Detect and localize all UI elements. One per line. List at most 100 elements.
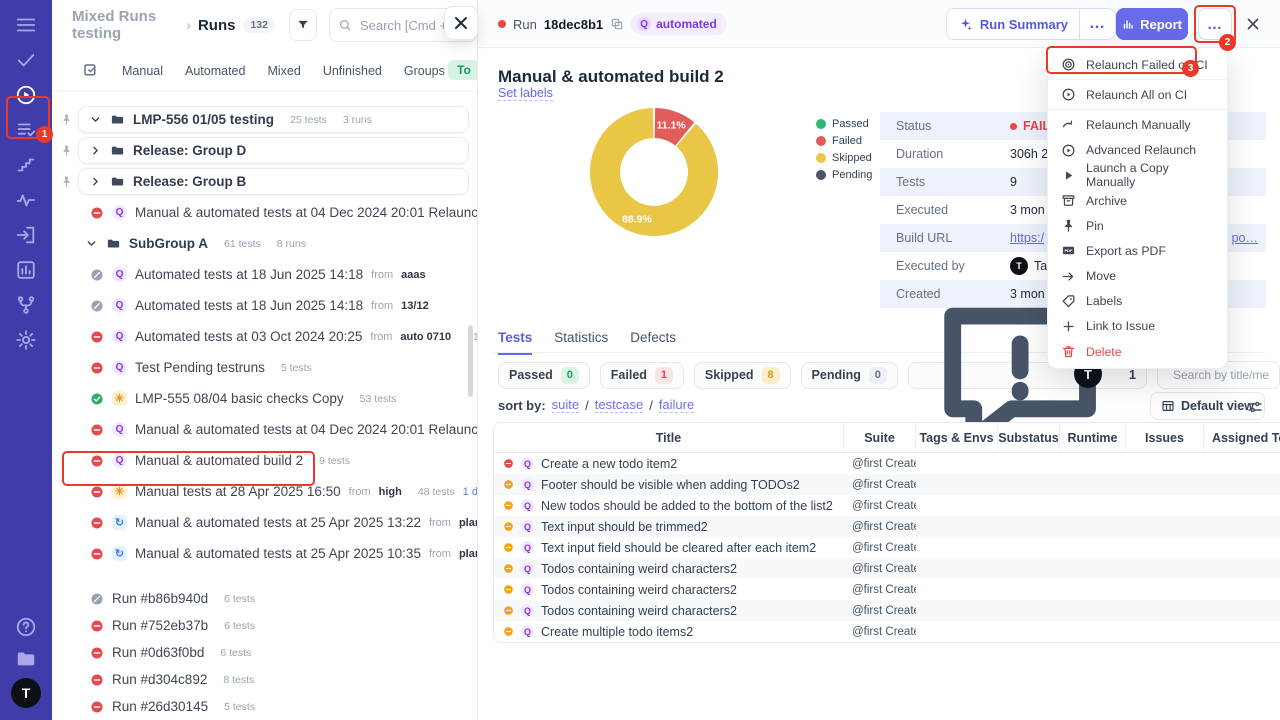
run-list-item[interactable]: QAutomated tests at 03 Oct 2024 20:25fro… [52,321,477,352]
menu-item-launch-a-copy-manually[interactable]: Launch a Copy Manually [1048,163,1227,188]
run-list-item[interactable]: QManual & automated tests at 04 Dec 2024… [52,197,477,228]
filter-chip-failed[interactable]: Failed1 [600,362,684,389]
sidebar-tasks-check-icon[interactable] [11,49,41,71]
run-group-row[interactable]: Release: Group B [52,166,477,197]
chevron-right-icon[interactable] [89,144,102,157]
filter-button[interactable] [289,9,317,41]
breadcrumb-project[interactable]: Mixed Runs testing [72,8,179,42]
run-group-card[interactable]: Release: Group D [78,137,469,164]
run-list-item[interactable]: QAutomated tests at 18 Jun 2025 14:18fro… [52,290,477,321]
test-title[interactable]: Todos containing weird characters2 [541,583,737,597]
menu-item-relaunch-failed-on-ci[interactable]: Relaunch Failed on CI [1048,52,1227,77]
filter-chip-passed[interactable]: Passed0 [498,362,590,389]
run-list-item[interactable]: QTest Pending testruns5 tests [52,352,477,383]
run-list-item[interactable]: Run #0d63f0bd6 tests [52,639,477,666]
test-title[interactable]: New todos should be added to the bottom … [541,499,833,513]
sort-link-suite[interactable]: suite [552,397,579,413]
build-url-link-tail[interactable]: po… [1232,231,1258,245]
sort-link-failure[interactable]: failure [659,397,694,413]
run-list-item[interactable]: Run #d304c8928 tests [52,666,477,693]
menu-item-archive[interactable]: Archive [1048,188,1227,213]
run-defects-link[interactable]: 1 defects [463,486,477,498]
chevron-down-icon[interactable] [85,237,98,250]
set-labels-link[interactable]: Set labels [498,86,553,101]
chevron-right-icon[interactable] [89,175,102,188]
sidebar-report-list-icon[interactable] [11,119,41,141]
filter-chip-skipped[interactable]: Skipped8 [694,362,791,389]
run-summary-button[interactable]: Run Summary … [946,8,1116,40]
test-title[interactable]: Todos containing weird characters2 [541,604,737,618]
test-row[interactable]: QText input field should be cleared afte… [494,537,1280,558]
run-list-item-selected[interactable]: QManual & automated build 29 tests [52,445,477,476]
run-subgroup-row[interactable]: SubGroup A61 tests8 runs [52,228,477,259]
menu-item-labels[interactable]: Labels [1048,289,1227,314]
run-group-card[interactable]: LMP-556 01/05 testing25 tests3 runs [78,106,469,133]
sidebar-help-icon[interactable] [11,616,41,638]
sidebar-import-icon[interactable] [11,224,41,246]
column-header-suite[interactable]: Suite [844,423,916,452]
runs-tab-unfinished[interactable]: Unfinished [323,64,382,78]
sidebar-menu-icon[interactable] [11,14,41,36]
run-summary-main[interactable]: Run Summary [947,9,1079,39]
column-settings-icon[interactable] [1246,398,1264,416]
menu-item-pin[interactable]: Pin [1048,213,1227,238]
sidebar-analytics-icon[interactable] [11,259,41,281]
column-header-assigned-to[interactable]: Assigned To [1204,423,1280,452]
runs-tab-automated[interactable]: Automated [185,64,245,78]
menu-item-move[interactable]: Move [1048,264,1227,289]
runs-tab-manual[interactable]: Manual [122,64,163,78]
test-title[interactable]: Footer should be visible when adding TOD… [541,478,800,492]
workspace-avatar[interactable]: T [11,678,41,708]
run-list-item[interactable]: ✳LMP-555 08/04 basic checks Copy53 tests [52,383,477,414]
test-title[interactable]: Text input field should be cleared after… [541,541,816,555]
test-row[interactable]: QNew todos should be added to the bottom… [494,495,1280,516]
run-group-card[interactable]: Release: Group B [78,168,469,195]
menu-item-relaunch-manually[interactable]: Relaunch Manually [1048,112,1227,137]
column-header-tags-envs[interactable]: Tags & Envs [916,423,998,452]
run-group-row[interactable]: Release: Group D [52,135,477,166]
test-row[interactable]: QCreate a new todo item2@first Create ..… [494,453,1280,474]
menu-item-link-to-issue[interactable]: Link to Issue [1048,314,1227,339]
test-title[interactable]: Todos containing weird characters2 [541,562,737,576]
sidebar-runs-play-icon[interactable] [11,84,41,106]
tests-search-input[interactable] [1171,367,1271,383]
panel-close-button[interactable] [444,6,478,40]
menu-item-advanced-relaunch[interactable]: Advanced Relaunch [1048,138,1227,163]
run-group-row[interactable]: LMP-556 01/05 testing25 tests3 runs [52,104,477,135]
test-row[interactable]: QTodos containing weird characters2@firs… [494,600,1280,621]
test-title[interactable]: Create multiple todo items2 [541,625,693,639]
runs-tab-groups[interactable]: Groups [404,64,445,78]
menu-item-delete[interactable]: Delete [1048,339,1227,364]
run-list-scrollbar[interactable] [468,325,473,397]
copy-icon[interactable] [610,17,624,31]
menu-item-relaunch-all-on-ci[interactable]: Relaunch All on CI [1048,82,1227,107]
close-detail-icon[interactable] [1244,15,1262,33]
run-list-item[interactable]: Run #26d301455 tests [52,693,477,720]
sidebar-pulse-icon[interactable] [11,189,41,211]
filter-chip-pending[interactable]: Pending0 [801,362,898,389]
report-button[interactable]: Report [1116,8,1188,40]
run-list-item[interactable]: ↻Manual & automated tests at 25 Apr 2025… [52,507,477,538]
test-row[interactable]: QTodos containing weird characters2@firs… [494,558,1280,579]
test-row[interactable]: QText input should be trimmed2@first Cre… [494,516,1280,537]
run-list-item[interactable]: ↻Manual & automated tests at 25 Apr 2025… [52,538,477,569]
run-list-item[interactable]: QAutomated tests at 18 Jun 2025 14:18fro… [52,259,477,290]
sidebar-settings-gear-icon[interactable] [11,329,41,351]
column-header-substatus[interactable]: Substatus [998,423,1060,452]
column-header-issues[interactable]: Issues [1126,423,1204,452]
test-title[interactable]: Create a new todo item2 [541,457,677,471]
automated-chip[interactable]: Q automated [631,13,727,35]
build-url-link[interactable]: https:/ [1010,231,1044,245]
column-header-runtime[interactable]: Runtime [1060,423,1126,452]
menu-item-export-as-pdf[interactable]: PDFExport as PDF [1048,238,1227,263]
chevron-down-icon[interactable] [89,113,102,126]
select-all-icon[interactable] [82,62,100,80]
run-list-item[interactable]: Run #752eb37b6 tests [52,612,477,639]
today-chip[interactable]: To [448,60,478,80]
test-row[interactable]: QFooter should be visible when adding TO… [494,474,1280,495]
run-list-item[interactable]: ✳Manual tests at 28 Apr 2025 16:50fromhi… [52,476,477,507]
run-list-item[interactable]: QManual & automated tests at 04 Dec 2024… [52,414,477,445]
column-header-title[interactable]: Title [494,423,844,452]
runs-tab-mixed[interactable]: Mixed [267,64,300,78]
sort-link-testcase[interactable]: testcase [595,397,643,413]
